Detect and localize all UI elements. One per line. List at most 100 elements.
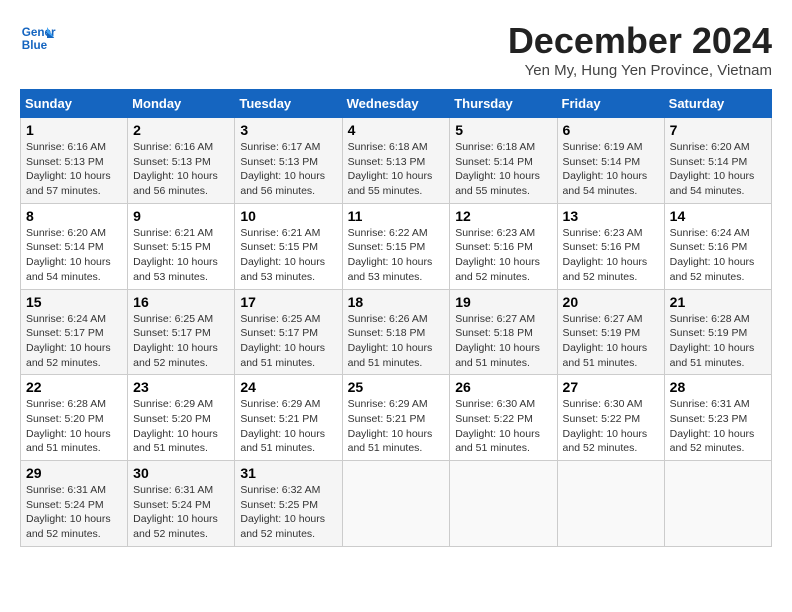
logo-icon: General Blue	[20, 20, 56, 56]
day-number: 28	[670, 379, 766, 395]
weekday-header-tuesday: Tuesday	[235, 90, 342, 118]
calendar-cell: 16 Sunrise: 6:25 AM Sunset: 5:17 PM Dayl…	[128, 289, 235, 375]
calendar-cell: 6 Sunrise: 6:19 AM Sunset: 5:14 PM Dayli…	[557, 118, 664, 204]
week-row-2: 8 Sunrise: 6:20 AM Sunset: 5:14 PM Dayli…	[21, 203, 772, 289]
calendar-cell: 3 Sunrise: 6:17 AM Sunset: 5:13 PM Dayli…	[235, 118, 342, 204]
day-number: 5	[455, 122, 551, 138]
day-info: Sunrise: 6:21 AM Sunset: 5:15 PM Dayligh…	[133, 226, 229, 285]
day-number: 25	[348, 379, 445, 395]
day-number: 20	[563, 294, 659, 310]
calendar-cell	[342, 461, 450, 547]
calendar-cell: 2 Sunrise: 6:16 AM Sunset: 5:13 PM Dayli…	[128, 118, 235, 204]
day-info: Sunrise: 6:21 AM Sunset: 5:15 PM Dayligh…	[240, 226, 336, 285]
weekday-header-sunday: Sunday	[21, 90, 128, 118]
calendar-cell: 24 Sunrise: 6:29 AM Sunset: 5:21 PM Dayl…	[235, 375, 342, 461]
day-number: 6	[563, 122, 659, 138]
calendar-cell: 23 Sunrise: 6:29 AM Sunset: 5:20 PM Dayl…	[128, 375, 235, 461]
calendar-cell: 11 Sunrise: 6:22 AM Sunset: 5:15 PM Dayl…	[342, 203, 450, 289]
day-number: 18	[348, 294, 445, 310]
day-info: Sunrise: 6:32 AM Sunset: 5:25 PM Dayligh…	[240, 483, 336, 542]
weekday-header-row: SundayMondayTuesdayWednesdayThursdayFrid…	[21, 90, 772, 118]
day-info: Sunrise: 6:31 AM Sunset: 5:23 PM Dayligh…	[670, 397, 766, 456]
calendar-cell	[450, 461, 557, 547]
calendar-cell: 14 Sunrise: 6:24 AM Sunset: 5:16 PM Dayl…	[664, 203, 771, 289]
day-info: Sunrise: 6:18 AM Sunset: 5:14 PM Dayligh…	[455, 140, 551, 199]
day-info: Sunrise: 6:31 AM Sunset: 5:24 PM Dayligh…	[26, 483, 122, 542]
title-block: December 2024 Yen My, Hung Yen Province,…	[508, 20, 772, 79]
calendar-cell: 29 Sunrise: 6:31 AM Sunset: 5:24 PM Dayl…	[21, 461, 128, 547]
calendar-cell	[664, 461, 771, 547]
calendar-cell: 28 Sunrise: 6:31 AM Sunset: 5:23 PM Dayl…	[664, 375, 771, 461]
day-info: Sunrise: 6:16 AM Sunset: 5:13 PM Dayligh…	[133, 140, 229, 199]
calendar-cell: 22 Sunrise: 6:28 AM Sunset: 5:20 PM Dayl…	[21, 375, 128, 461]
calendar-cell: 15 Sunrise: 6:24 AM Sunset: 5:17 PM Dayl…	[21, 289, 128, 375]
day-number: 19	[455, 294, 551, 310]
calendar-cell: 5 Sunrise: 6:18 AM Sunset: 5:14 PM Dayli…	[450, 118, 557, 204]
calendar-cell: 13 Sunrise: 6:23 AM Sunset: 5:16 PM Dayl…	[557, 203, 664, 289]
day-number: 31	[240, 465, 336, 481]
day-number: 1	[26, 122, 122, 138]
weekday-header-wednesday: Wednesday	[342, 90, 450, 118]
page-header: General Blue December 2024 Yen My, Hung …	[20, 20, 772, 79]
day-number: 10	[240, 208, 336, 224]
day-number: 22	[26, 379, 122, 395]
week-row-3: 15 Sunrise: 6:24 AM Sunset: 5:17 PM Dayl…	[21, 289, 772, 375]
day-number: 7	[670, 122, 766, 138]
day-number: 23	[133, 379, 229, 395]
day-info: Sunrise: 6:29 AM Sunset: 5:20 PM Dayligh…	[133, 397, 229, 456]
day-number: 13	[563, 208, 659, 224]
day-number: 8	[26, 208, 122, 224]
day-info: Sunrise: 6:29 AM Sunset: 5:21 PM Dayligh…	[240, 397, 336, 456]
calendar-cell: 21 Sunrise: 6:28 AM Sunset: 5:19 PM Dayl…	[664, 289, 771, 375]
weekday-header-thursday: Thursday	[450, 90, 557, 118]
calendar-table: SundayMondayTuesdayWednesdayThursdayFrid…	[20, 89, 772, 547]
day-info: Sunrise: 6:16 AM Sunset: 5:13 PM Dayligh…	[26, 140, 122, 199]
day-info: Sunrise: 6:29 AM Sunset: 5:21 PM Dayligh…	[348, 397, 445, 456]
day-info: Sunrise: 6:25 AM Sunset: 5:17 PM Dayligh…	[240, 312, 336, 371]
day-number: 3	[240, 122, 336, 138]
day-info: Sunrise: 6:26 AM Sunset: 5:18 PM Dayligh…	[348, 312, 445, 371]
week-row-4: 22 Sunrise: 6:28 AM Sunset: 5:20 PM Dayl…	[21, 375, 772, 461]
day-number: 14	[670, 208, 766, 224]
day-number: 9	[133, 208, 229, 224]
calendar-cell: 4 Sunrise: 6:18 AM Sunset: 5:13 PM Dayli…	[342, 118, 450, 204]
day-number: 16	[133, 294, 229, 310]
day-number: 17	[240, 294, 336, 310]
calendar-cell: 19 Sunrise: 6:27 AM Sunset: 5:18 PM Dayl…	[450, 289, 557, 375]
month-title: December 2024	[508, 20, 772, 62]
weekday-header-friday: Friday	[557, 90, 664, 118]
day-number: 21	[670, 294, 766, 310]
day-info: Sunrise: 6:25 AM Sunset: 5:17 PM Dayligh…	[133, 312, 229, 371]
calendar-cell: 17 Sunrise: 6:25 AM Sunset: 5:17 PM Dayl…	[235, 289, 342, 375]
day-info: Sunrise: 6:28 AM Sunset: 5:19 PM Dayligh…	[670, 312, 766, 371]
weekday-header-monday: Monday	[128, 90, 235, 118]
calendar-cell: 27 Sunrise: 6:30 AM Sunset: 5:22 PM Dayl…	[557, 375, 664, 461]
calendar-cell: 20 Sunrise: 6:27 AM Sunset: 5:19 PM Dayl…	[557, 289, 664, 375]
calendar-cell: 9 Sunrise: 6:21 AM Sunset: 5:15 PM Dayli…	[128, 203, 235, 289]
day-number: 29	[26, 465, 122, 481]
weekday-header-saturday: Saturday	[664, 90, 771, 118]
day-info: Sunrise: 6:18 AM Sunset: 5:13 PM Dayligh…	[348, 140, 445, 199]
day-number: 12	[455, 208, 551, 224]
day-number: 30	[133, 465, 229, 481]
day-number: 27	[563, 379, 659, 395]
day-number: 11	[348, 208, 445, 224]
day-info: Sunrise: 6:27 AM Sunset: 5:18 PM Dayligh…	[455, 312, 551, 371]
day-number: 15	[26, 294, 122, 310]
day-info: Sunrise: 6:31 AM Sunset: 5:24 PM Dayligh…	[133, 483, 229, 542]
calendar-cell	[557, 461, 664, 547]
day-info: Sunrise: 6:24 AM Sunset: 5:17 PM Dayligh…	[26, 312, 122, 371]
day-info: Sunrise: 6:19 AM Sunset: 5:14 PM Dayligh…	[563, 140, 659, 199]
day-info: Sunrise: 6:30 AM Sunset: 5:22 PM Dayligh…	[563, 397, 659, 456]
day-number: 24	[240, 379, 336, 395]
calendar-cell: 31 Sunrise: 6:32 AM Sunset: 5:25 PM Dayl…	[235, 461, 342, 547]
calendar-cell: 7 Sunrise: 6:20 AM Sunset: 5:14 PM Dayli…	[664, 118, 771, 204]
calendar-cell: 26 Sunrise: 6:30 AM Sunset: 5:22 PM Dayl…	[450, 375, 557, 461]
day-info: Sunrise: 6:23 AM Sunset: 5:16 PM Dayligh…	[455, 226, 551, 285]
svg-text:Blue: Blue	[22, 39, 48, 52]
calendar-cell: 8 Sunrise: 6:20 AM Sunset: 5:14 PM Dayli…	[21, 203, 128, 289]
day-info: Sunrise: 6:28 AM Sunset: 5:20 PM Dayligh…	[26, 397, 122, 456]
day-info: Sunrise: 6:30 AM Sunset: 5:22 PM Dayligh…	[455, 397, 551, 456]
calendar-cell: 18 Sunrise: 6:26 AM Sunset: 5:18 PM Dayl…	[342, 289, 450, 375]
day-number: 4	[348, 122, 445, 138]
